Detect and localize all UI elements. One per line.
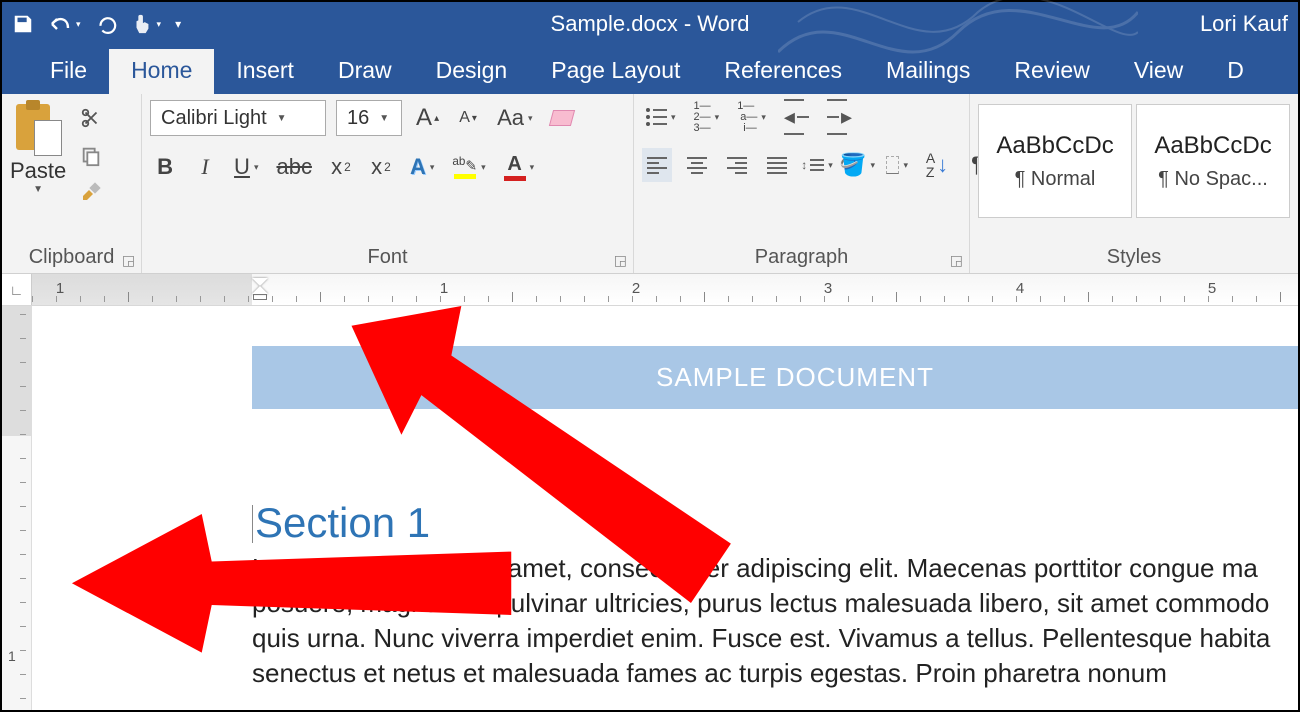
scissors-icon [80,107,102,129]
change-case-button[interactable]: Aa▾ [493,101,536,135]
tab-file[interactable]: File [28,49,109,94]
tab-view[interactable]: View [1112,49,1205,94]
font-color-button[interactable]: A▾ [500,150,539,184]
multilevel-button[interactable]: 1— a— i—▾ [733,100,770,134]
paste-dropdown[interactable]: ▼ [33,184,43,195]
paste-button[interactable]: Paste [10,158,66,184]
group-label-clipboard: Clipboard◲ [2,244,141,273]
group-clipboard: Paste ▼ Clipboard◲ [2,94,142,273]
ribbon: Paste ▼ Clipboard◲ Calibri Light▼ 16▼ [2,94,1298,274]
superscript-button[interactable]: x2 [366,150,396,184]
paste-icon [14,100,62,156]
touch-mode-button[interactable]: ▾ [131,13,162,35]
group-label-styles: Styles [970,244,1298,273]
decrease-indent-button[interactable]: ◂ [780,100,813,134]
eraser-icon [548,110,574,126]
tab-references[interactable]: References [702,49,864,94]
font-launcher[interactable]: ◲ [614,252,627,269]
tab-mailings[interactable]: Mailings [864,49,992,94]
save-button[interactable] [12,13,34,35]
document-area: 1 SAMPLE DOCUMENT Section 1 Lorem ipsum … [2,306,1298,710]
tab-insert[interactable]: Insert [214,49,316,94]
indent-marker[interactable] [252,276,268,302]
brush-icon [79,182,103,206]
bullets-icon [646,108,667,126]
style-no-spacing[interactable]: AaBbCcDc ¶ No Spac... [1136,104,1290,218]
tab-draw[interactable]: Draw [316,49,414,94]
increase-indent-button[interactable]: ▸ [823,100,856,134]
group-paragraph: ▾ 1—2—3—▾ 1— a— i—▾ ◂ ▸ ↕▾ 🪣▾ ▾ [634,94,970,273]
save-icon [12,13,34,35]
align-left-icon [647,157,667,174]
clear-format-button[interactable] [547,101,577,135]
justify-icon [767,157,787,174]
align-left-button[interactable] [642,148,672,182]
copy-icon [80,145,102,167]
style-normal[interactable]: AaBbCcDc ¶ Normal [978,104,1132,218]
paragraph-body[interactable]: Lorem ipsum dolor sit amet, consectetuer… [252,551,1298,691]
bullets-button[interactable]: ▾ [642,100,680,134]
tab-developer[interactable]: D [1205,49,1266,94]
clipboard-launcher[interactable]: ◲ [122,252,135,269]
numbering-button[interactable]: 1—2—3—▾ [690,100,724,134]
ribbon-tab-bar: File Home Insert Draw Design Page Layout… [2,46,1298,94]
highlight-button[interactable]: ab✎▾ [448,150,489,184]
group-font: Calibri Light▼ 16▼ A▴ A▾ Aa▾ B I U▾ abc … [142,94,634,273]
group-styles: AaBbCcDc ¶ Normal AaBbCcDc ¶ No Spac... … [970,94,1298,273]
touch-icon [131,13,153,35]
align-center-icon [687,157,707,174]
sort-icon: AZ [926,151,935,179]
document-header[interactable]: SAMPLE DOCUMENT [252,346,1298,409]
cut-button[interactable] [76,104,106,132]
italic-button[interactable]: I [190,150,220,184]
format-painter-button[interactable] [76,180,106,208]
align-center-button[interactable] [682,148,712,182]
bold-button[interactable]: B [150,150,180,184]
copy-button[interactable] [76,142,106,170]
justify-button[interactable] [762,148,792,182]
tab-selector[interactable]: ∟ [2,274,32,305]
tab-design[interactable]: Design [414,49,530,94]
undo-icon [48,14,72,34]
font-size-combo[interactable]: 16▼ [336,100,402,136]
undo-button[interactable]: ▾ [48,14,81,34]
indent-icon: ▸ [827,99,852,135]
text-effects-button[interactable]: A▾ [406,150,438,184]
borders-button[interactable]: ▾ [882,148,912,182]
align-right-icon [727,157,747,174]
line-spacing-icon: ↕ [801,158,824,172]
line-spacing-button[interactable]: ↕▾ [802,148,832,182]
sort-button[interactable]: AZ↓ [922,148,952,182]
strikethrough-button[interactable]: abc [272,150,315,184]
tab-page-layout[interactable]: Page Layout [529,49,702,94]
borders-icon [886,156,899,174]
window-title: Sample.docx - Word [551,11,750,37]
grow-font-button[interactable]: A▴ [412,101,443,135]
shading-button[interactable]: 🪣▾ [842,148,872,182]
align-right-button[interactable] [722,148,752,182]
bucket-icon: 🪣 [839,152,866,178]
title-bar: ▾ ▾ ▾ Sample.docx - Word Lori Kauf [2,2,1298,46]
shrink-font-button[interactable]: A▾ [453,101,483,135]
tab-home[interactable]: Home [109,49,214,94]
quick-access-toolbar: ▾ ▾ ▾ [12,13,181,35]
underline-button[interactable]: U▾ [230,150,262,184]
vertical-ruler[interactable]: 1 [2,306,32,710]
heading-section-1[interactable]: Section 1 [252,499,1298,547]
redo-button[interactable] [95,13,117,35]
tab-review[interactable]: Review [992,49,1111,94]
subscript-button[interactable]: x2 [326,150,356,184]
outdent-icon: ◂ [784,99,809,135]
font-name-combo[interactable]: Calibri Light▼ [150,100,326,136]
horizontal-ruler[interactable]: 112345 [32,274,1298,305]
page: SAMPLE DOCUMENT Section 1 Lorem ipsum do… [32,306,1298,691]
redo-icon [95,13,117,35]
user-name: Lori Kauf [1200,11,1288,37]
ruler-row: ∟ 112345 [2,274,1298,306]
group-label-paragraph: Paragraph◲ [634,244,969,273]
group-label-font: Font◲ [142,244,633,273]
customize-qat-button[interactable]: ▾ [175,17,181,31]
page-viewport[interactable]: SAMPLE DOCUMENT Section 1 Lorem ipsum do… [32,306,1298,710]
paragraph-launcher[interactable]: ◲ [950,252,963,269]
